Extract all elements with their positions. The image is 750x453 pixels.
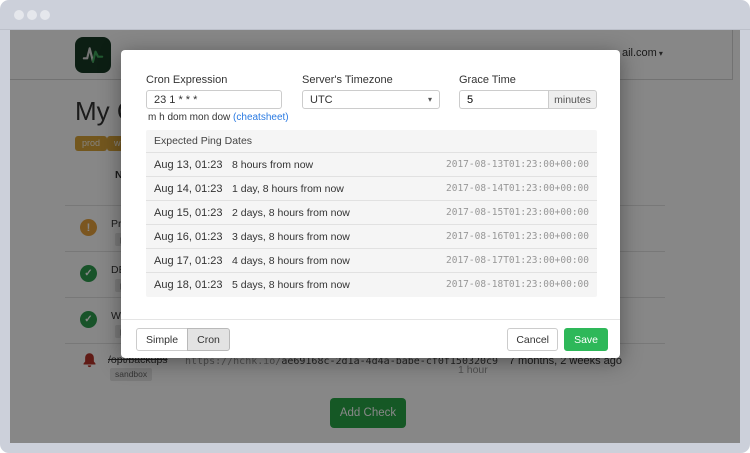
ping-date: Aug 17, 01:23 [154, 255, 232, 267]
cron-expression-label: Cron Expression [146, 74, 227, 86]
simple-mode-button[interactable]: Simple [136, 328, 188, 351]
cron-dialog: Cron Expression Server's Timezone Grace … [121, 50, 620, 358]
ping-date: Aug 18, 01:23 [154, 279, 232, 291]
ping-date: Aug 14, 01:23 [154, 183, 232, 195]
browser-window: ail.com▾ My Checks prod workers Name ! P… [0, 0, 750, 453]
window-control-icon[interactable] [40, 10, 50, 20]
cron-helper-text: m h dom mon dow (cheatsheet) [148, 112, 289, 123]
expected-ping-dates-panel: Expected Ping Dates Aug 13, 01:23 8 hour… [146, 130, 597, 297]
cron-expression-input[interactable] [146, 90, 282, 109]
cron-mode-button[interactable]: Cron [187, 328, 230, 351]
ping-date-row: Aug 17, 01:23 4 days, 8 hours from now 2… [146, 248, 597, 272]
grace-time-group: minutes [459, 90, 597, 109]
window-titlebar [0, 0, 750, 30]
timezone-select[interactable]: UTC ▾ [302, 90, 440, 109]
ping-relative: 5 days, 8 hours from now [232, 279, 350, 291]
save-button[interactable]: Save [564, 328, 608, 351]
cron-format-hint: m h dom mon dow [148, 112, 233, 123]
ping-relative: 8 hours from now [232, 159, 313, 171]
grace-time-input[interactable] [459, 90, 548, 109]
window-control-icon[interactable] [27, 10, 37, 20]
timezone-value: UTC [310, 94, 333, 106]
ping-dates-body: Aug 13, 01:23 8 hours from now 2017-08-1… [146, 152, 597, 296]
cancel-button[interactable]: Cancel [507, 328, 558, 351]
grace-unit-addon: minutes [548, 90, 597, 109]
timezone-label: Server's Timezone [302, 74, 393, 86]
schedule-mode-toggle: Simple Cron [136, 328, 230, 351]
ping-date-row: Aug 18, 01:23 5 days, 8 hours from now 2… [146, 272, 597, 296]
ping-iso: 2017-08-15T01:23:00+00:00 [446, 207, 589, 218]
ping-relative: 2 days, 8 hours from now [232, 207, 350, 219]
ping-date-row: Aug 16, 01:23 3 days, 8 hours from now 2… [146, 224, 597, 248]
ping-relative: 4 days, 8 hours from now [232, 255, 350, 267]
ping-iso: 2017-08-16T01:23:00+00:00 [446, 231, 589, 242]
cheatsheet-link[interactable]: (cheatsheet) [233, 112, 289, 123]
ping-date-row: Aug 15, 01:23 2 days, 8 hours from now 2… [146, 200, 597, 224]
ping-relative: 3 days, 8 hours from now [232, 231, 350, 243]
ping-date: Aug 16, 01:23 [154, 231, 232, 243]
grace-time-label: Grace Time [459, 74, 516, 86]
ping-date-row: Aug 13, 01:23 8 hours from now 2017-08-1… [146, 152, 597, 176]
ping-relative: 1 day, 8 hours from now [232, 183, 344, 195]
ping-iso: 2017-08-14T01:23:00+00:00 [446, 183, 589, 194]
caret-down-icon: ▾ [428, 95, 432, 104]
dialog-footer: Simple Cron Cancel Save [121, 319, 620, 358]
window-control-icon[interactable] [14, 10, 24, 20]
ping-iso: 2017-08-13T01:23:00+00:00 [446, 159, 589, 170]
ping-date: Aug 13, 01:23 [154, 159, 232, 171]
ping-iso: 2017-08-18T01:23:00+00:00 [446, 279, 589, 290]
ping-iso: 2017-08-17T01:23:00+00:00 [446, 255, 589, 266]
ping-date: Aug 15, 01:23 [154, 207, 232, 219]
ping-date-row: Aug 14, 01:23 1 day, 8 hours from now 20… [146, 176, 597, 200]
expected-ping-dates-title: Expected Ping Dates [146, 130, 597, 152]
